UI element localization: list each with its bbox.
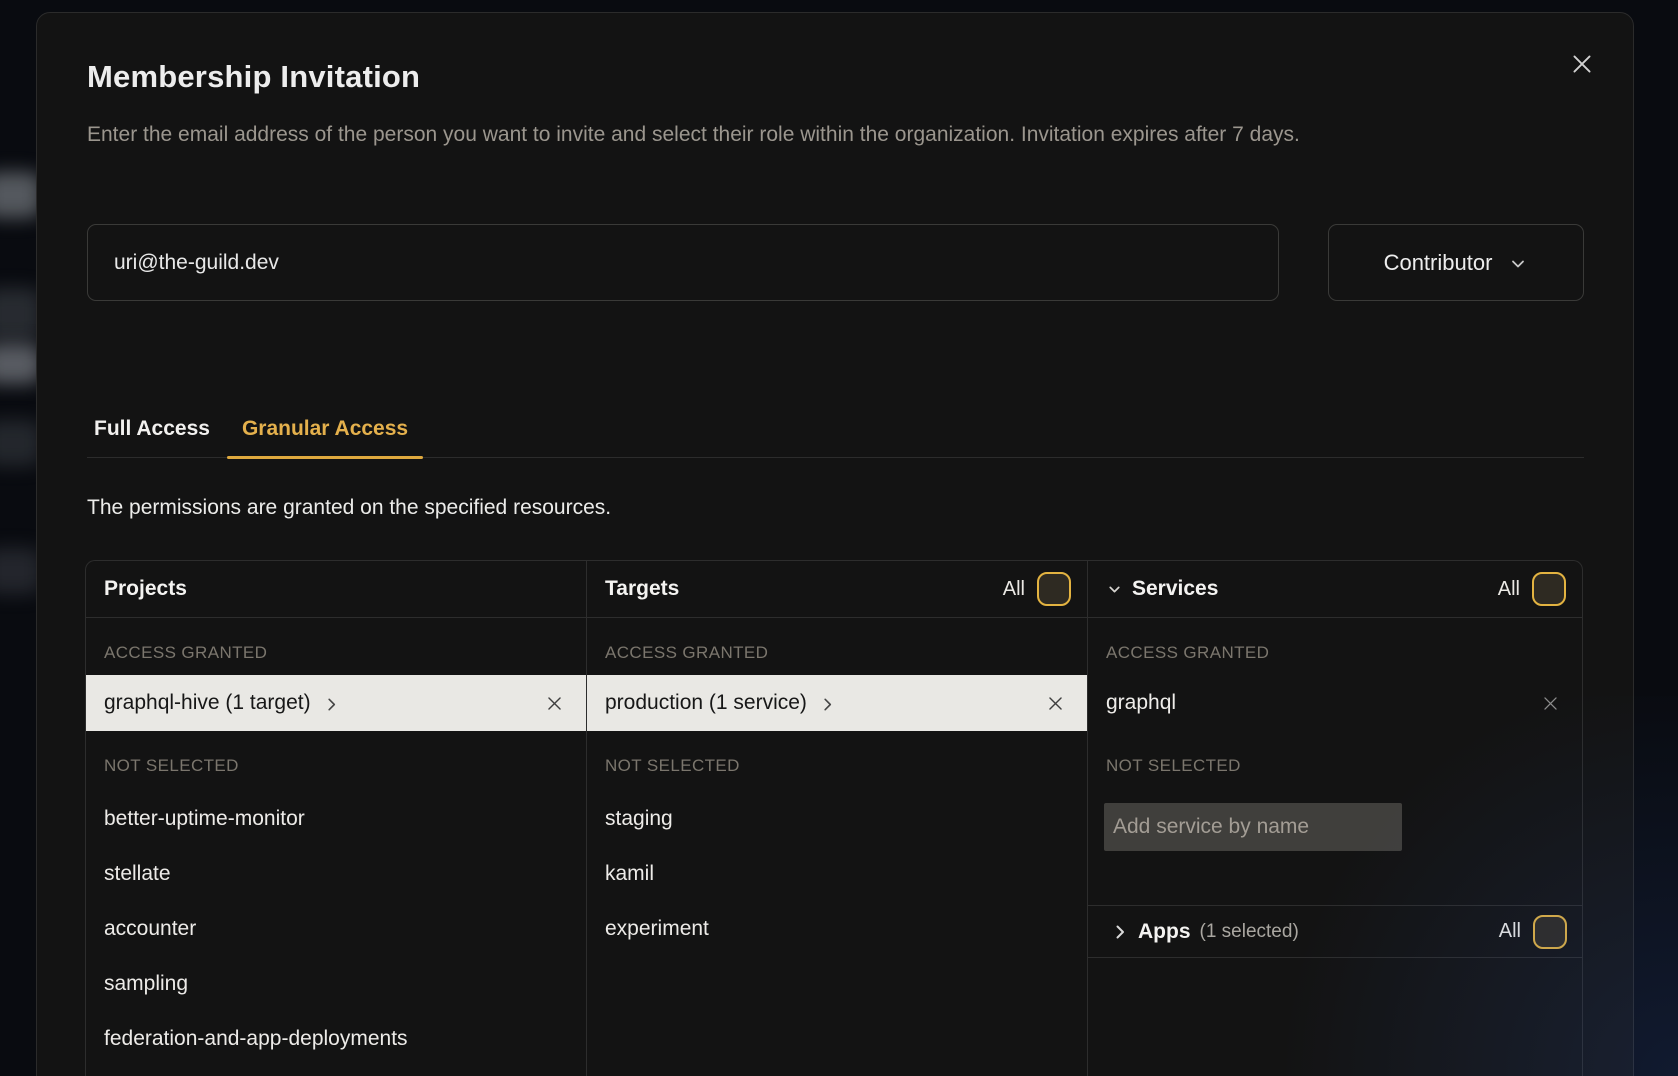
apps-all-group: All: [1499, 915, 1567, 949]
project-item[interactable]: better-uptime-monitor: [86, 791, 586, 846]
apps-row[interactable]: Apps (1 selected) All: [1088, 906, 1582, 958]
permissions-note: The permissions are granted on the speci…: [87, 496, 611, 520]
membership-invitation-dialog: Membership Invitation Enter the email ad…: [36, 12, 1634, 1076]
project-item[interactable]: federation-and-app-deployments: [86, 1011, 586, 1066]
apps-all-checkbox[interactable]: [1533, 915, 1567, 949]
tab-granular-access[interactable]: Granular Access: [227, 411, 423, 457]
granted-service-row[interactable]: graphql: [1088, 675, 1582, 731]
resources-table: Projects ACCESS GRANTED graphql-hive (1 …: [85, 560, 1583, 1076]
chevron-down-icon: [1106, 581, 1123, 598]
granted-project-row[interactable]: graphql-hive (1 target): [86, 675, 586, 731]
services-all-checkbox[interactable]: [1532, 572, 1566, 606]
chevron-right-icon: [820, 697, 835, 712]
projects-not-selected-list: better-uptime-monitor stellate accounter…: [86, 791, 586, 1066]
targets-all-label: All: [1003, 578, 1025, 601]
project-item[interactable]: sampling: [86, 956, 586, 1011]
dialog-title: Membership Invitation: [87, 59, 420, 95]
not-selected-label: NOT SELECTED: [605, 757, 1069, 774]
close-icon: [1569, 51, 1595, 77]
remove-project-icon[interactable]: [545, 694, 564, 713]
role-select-value: Contributor: [1384, 250, 1493, 276]
target-item[interactable]: experiment: [587, 901, 1087, 956]
targets-column: Targets All ACCESS GRANTED production (1…: [586, 561, 1087, 1076]
role-select[interactable]: Contributor: [1328, 224, 1584, 301]
tab-full-access[interactable]: Full Access: [79, 411, 225, 457]
remove-target-icon[interactable]: [1046, 694, 1065, 713]
target-item[interactable]: kamil: [587, 846, 1087, 901]
services-column-header[interactable]: Services All: [1088, 561, 1582, 618]
project-item[interactable]: accounter: [86, 901, 586, 956]
projects-column: Projects ACCESS GRANTED graphql-hive (1 …: [86, 561, 586, 1076]
access-tabs: Full Access Granular Access: [87, 411, 1584, 458]
apps-selected-count: (1 selected): [1200, 921, 1299, 943]
projects-header-label: Projects: [104, 577, 187, 601]
projects-column-header: Projects: [86, 561, 586, 618]
apps-header-label: Apps: [1138, 920, 1191, 944]
access-granted-label: ACCESS GRANTED: [1106, 644, 1564, 661]
access-granted-label: ACCESS GRANTED: [605, 644, 1069, 661]
services-header-label: Services: [1132, 577, 1218, 601]
access-granted-label: ACCESS GRANTED: [104, 644, 568, 661]
dialog-description: Enter the email address of the person yo…: [87, 117, 1507, 152]
targets-header-label: Targets: [605, 577, 679, 601]
add-service-input[interactable]: [1104, 803, 1402, 851]
granted-project-label: graphql-hive (1 target): [104, 691, 311, 715]
close-button[interactable]: [1567, 49, 1597, 79]
granted-service-label: graphql: [1106, 691, 1176, 715]
granted-target-row[interactable]: production (1 service): [587, 675, 1087, 731]
project-item[interactable]: stellate: [86, 846, 586, 901]
chevron-right-icon: [1112, 924, 1128, 940]
apps-all-label: All: [1499, 920, 1521, 943]
not-selected-label: NOT SELECTED: [1106, 757, 1564, 774]
target-item[interactable]: staging: [587, 791, 1087, 846]
invite-email-input[interactable]: [87, 224, 1279, 301]
targets-all-group: All: [1003, 572, 1071, 606]
targets-all-checkbox[interactable]: [1037, 572, 1071, 606]
targets-column-header: Targets All: [587, 561, 1087, 618]
chevron-down-icon: [1508, 254, 1528, 274]
granted-target-label: production (1 service): [605, 691, 807, 715]
services-all-label: All: [1498, 578, 1520, 601]
chevron-right-icon: [324, 697, 339, 712]
services-section: ACCESS GRANTED graphql NOT SELECTED: [1088, 644, 1582, 906]
services-all-group: All: [1498, 572, 1566, 606]
remove-service-icon[interactable]: [1541, 694, 1560, 713]
services-column: Services All ACCESS GRANTED graphql NOT …: [1087, 561, 1582, 1076]
targets-not-selected-list: staging kamil experiment: [587, 791, 1087, 956]
not-selected-label: NOT SELECTED: [104, 757, 568, 774]
